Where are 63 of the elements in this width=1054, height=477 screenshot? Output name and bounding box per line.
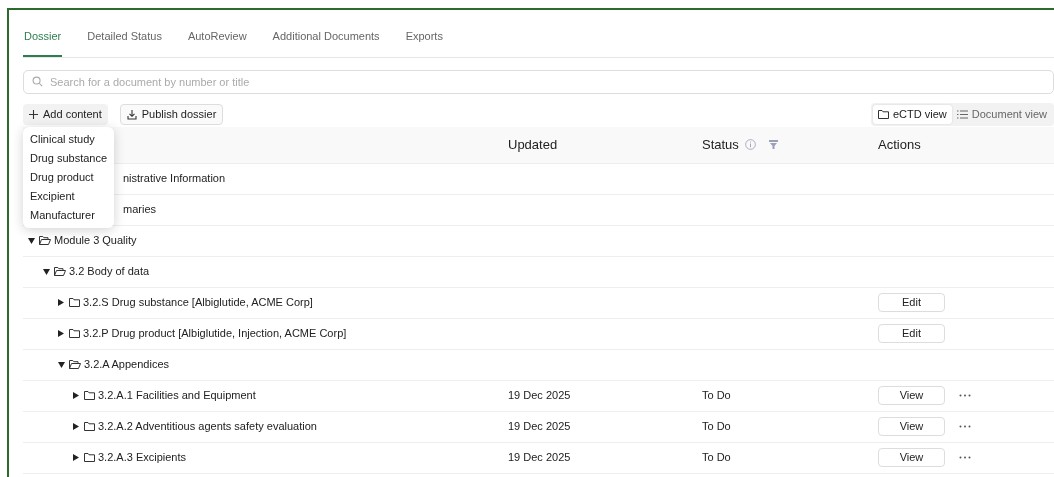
more-options-button[interactable] (959, 456, 971, 459)
open-folder-icon (69, 360, 81, 369)
row-name[interactable]: 3.2.A.2 Adventitious agents safety evaluation (98, 418, 317, 435)
row-action-button[interactable]: Edit (878, 324, 945, 343)
row-action-button[interactable]: Edit (878, 293, 945, 312)
row-name[interactable]: 3.2 Body of data (69, 263, 150, 280)
collapse-caret-icon[interactable] (43, 268, 51, 275)
folder-icon (84, 453, 95, 462)
menu-item[interactable]: Excipient (23, 186, 115, 206)
updated-date: 19 Dec 2025 (508, 420, 571, 433)
search-icon (32, 75, 43, 87)
view-toggle-option[interactable]: Document view (951, 105, 1052, 124)
row-name[interactable]: 3.2.S Drug substance [Albiglutide, ACME Corp] (83, 294, 313, 311)
menu-item[interactable]: Drug product (23, 167, 115, 187)
expand-caret-icon[interactable] (58, 299, 66, 306)
row-name[interactable]: 3.2.P Drug product [Albiglutide, Injection, ACME Corp] (83, 325, 347, 342)
list-icon (956, 110, 968, 119)
expand-caret-icon[interactable] (73, 392, 81, 399)
row-action-button[interactable]: View (878, 417, 945, 436)
expand-caret-icon[interactable] (58, 330, 66, 337)
status-text: To Do (702, 420, 731, 433)
row-name[interactable]: 3.2.A.1 Facilities and Equipment (98, 387, 256, 404)
more-options-button[interactable] (959, 394, 971, 397)
search-field[interactable]: Search for a document by number or title (23, 69, 1054, 94)
folder-icon (69, 329, 80, 338)
tab[interactable]: AutoReview (186, 24, 248, 57)
status-text: To Do (702, 389, 731, 402)
download-icon (126, 109, 137, 120)
more-options-button[interactable] (959, 425, 971, 428)
folder-icon (878, 110, 889, 119)
open-folder-icon (39, 236, 51, 245)
column-header: Actions (878, 135, 921, 154)
open-folder-icon (54, 267, 66, 276)
column-header: Status (702, 135, 739, 154)
expand-caret-icon[interactable] (73, 454, 81, 461)
row-action-button[interactable]: View (878, 386, 945, 405)
tab[interactable]: Exports (404, 24, 444, 57)
collapse-caret-icon[interactable] (58, 361, 66, 368)
column-header: Updated (508, 135, 558, 154)
row-name[interactable]: 3.2.A Appendices (84, 356, 169, 373)
folder-icon (84, 391, 95, 400)
row-name: nistrative Information (123, 171, 226, 187)
row-action-button[interactable]: View (878, 448, 945, 467)
updated-date: 19 Dec 2025 (508, 451, 571, 464)
folder-icon (69, 298, 80, 307)
menu-item[interactable]: Manufacturer (23, 205, 115, 225)
row-name[interactable]: 3.2.A.3 Excipients (98, 449, 187, 466)
folder-icon (84, 422, 95, 431)
menu-item[interactable]: Drug substance (23, 148, 115, 168)
status-text: To Do (702, 451, 731, 464)
tab[interactable]: Additional Documents (271, 24, 381, 57)
tab[interactable]: Dossier (23, 24, 63, 57)
tab[interactable]: Detailed Status (86, 24, 163, 57)
view-toggle-option[interactable]: eCTD view (873, 105, 952, 124)
collapse-caret-icon[interactable] (28, 237, 36, 244)
plus-icon (29, 110, 38, 119)
row-name: maries (123, 202, 156, 218)
expand-caret-icon[interactable] (73, 423, 81, 430)
menu-item[interactable]: Clinical study (23, 129, 115, 149)
row-name[interactable]: Module 3 Quality (54, 232, 137, 249)
add-content-button[interactable]: Add content (23, 104, 108, 125)
updated-date: 19 Dec 2025 (508, 389, 571, 402)
publish-dossier-button[interactable]: Publish dossier (119, 104, 224, 125)
